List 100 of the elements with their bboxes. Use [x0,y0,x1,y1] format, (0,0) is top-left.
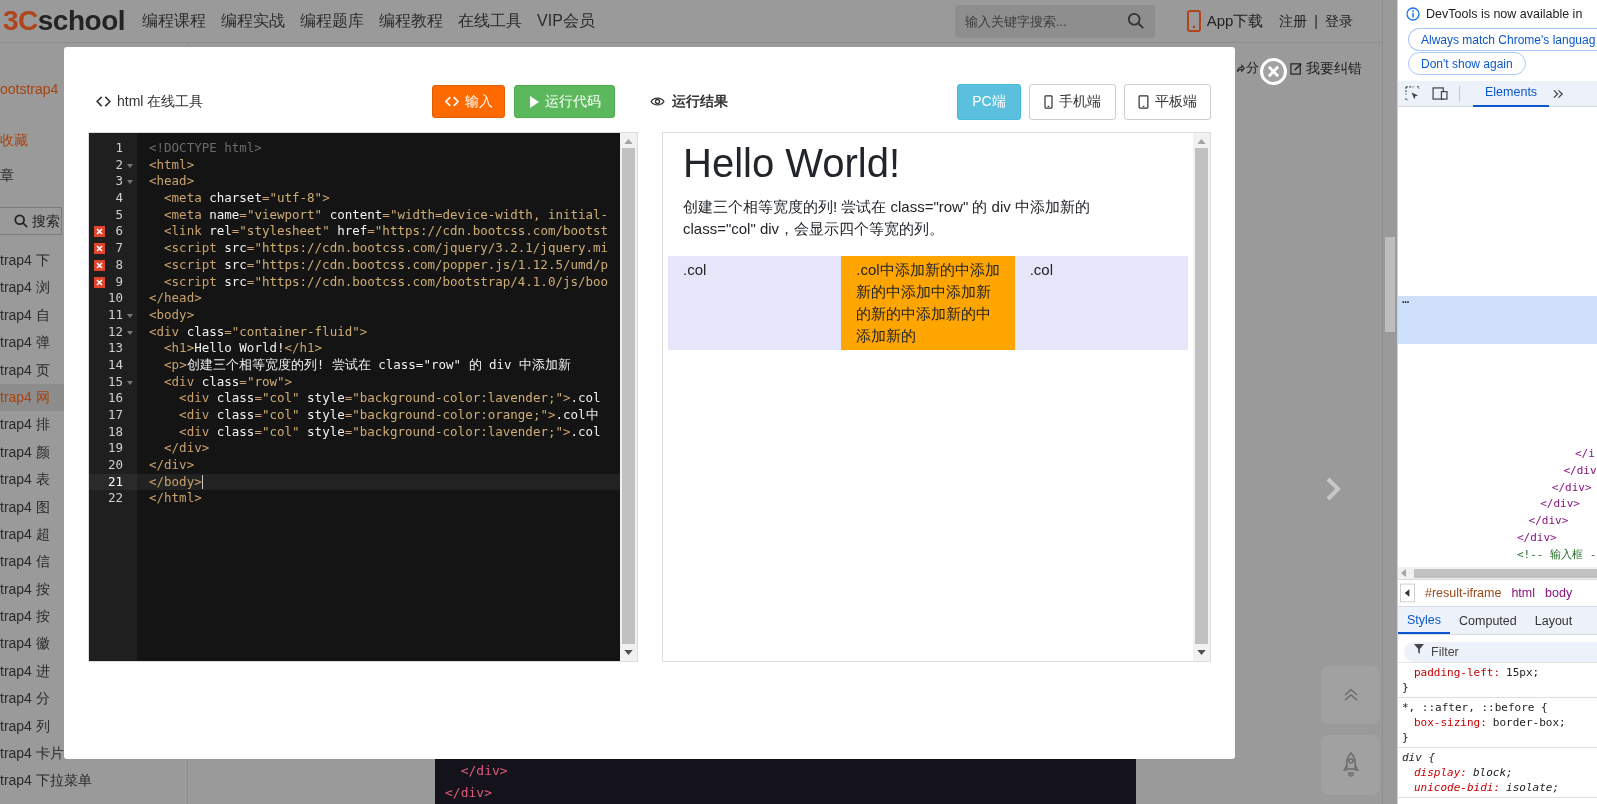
scroll-up-icon[interactable] [1197,139,1206,144]
scrollbar-thumb[interactable] [622,148,635,644]
css-property: display: [1414,765,1467,780]
scroll-up-icon[interactable] [624,139,633,144]
fold-icon[interactable] [127,313,133,318]
scroll-down-icon[interactable] [624,650,633,655]
play-icon [528,95,539,108]
line-number: 15 [107,373,124,391]
code-line: </head> [148,290,202,307]
line-number: 19 [107,440,124,458]
report-error-link[interactable]: 我要纠错 [1290,57,1362,79]
line-number: 8 [114,256,124,274]
scroll-down-icon[interactable] [1197,650,1206,655]
nav-link[interactable]: VIP会员 [537,9,595,33]
line-number: 5 [114,206,124,224]
nav-link[interactable]: 编程教程 [379,9,444,33]
more-tabs-icon[interactable] [1553,88,1565,99]
preview-column: .col [668,256,842,350]
sidebar-item[interactable]: trap4 下拉菜单 [0,767,187,795]
css-value: border-box; [1492,715,1566,730]
code-icon [444,96,459,107]
line-number: 2 [114,156,124,174]
panel-tab[interactable]: Computed [1450,608,1526,634]
chapter-label: 章 [0,166,14,184]
line-number: 1 [114,140,124,157]
selected-row[interactable]: … [1398,296,1597,344]
app-download-link[interactable]: App下载 [1186,9,1264,33]
register-link[interactable]: 注册 [1279,10,1308,32]
code-line: <head> [148,173,195,191]
breadcrumb-link[interactable]: body [1545,583,1573,603]
input-button[interactable]: 输入 [432,85,506,118]
css-selector: div { [1402,750,1436,765]
rocket-icon [1340,751,1361,779]
scrollbar-thumb[interactable] [1385,237,1395,332]
nav-link[interactable]: 编程题库 [300,9,365,33]
preview-paragraph: 创建三个相等宽度的列! 尝试在 class="row" 的 div 中添加新的 class="col" div，会显示四个等宽的列。 [682,197,1091,239]
code-line: <body> [148,306,195,324]
closing-tag: </i [1575,446,1595,463]
share-link[interactable]: 分 [1236,58,1259,78]
fold-icon[interactable] [127,180,133,185]
code-editor[interactable] [88,132,638,662]
code-line: <script src="https://cdn.bootcss.com/jquery/3.2.1/jquery.mi [163,240,609,257]
code-line: <p>创建三个相等宽度的列! 尝试在 class="row" 的 div 中添加新 [163,356,572,374]
scroll-left-icon[interactable] [1400,583,1415,603]
preview-column: .col中添加新的中添加新的中添加中添加新的新的中添加新的中添加新的 [841,256,1015,350]
horizontal-scrollbar[interactable] [1398,567,1597,579]
text-cursor [201,475,203,490]
inspect-icon[interactable] [1405,86,1420,101]
code-line: </html> [148,490,202,508]
search-field[interactable]: 输入关键字搜索... [954,4,1155,38]
phone-icon [1186,10,1201,32]
code-line: <html> [148,156,195,174]
nav-link[interactable]: 在线工具 [458,9,523,33]
scrollbar[interactable] [1382,0,1397,804]
close-button[interactable] [1260,58,1287,85]
line-number: 9 [114,273,124,291]
breadcrumb-link[interactable]: #result-iframe [1425,583,1502,603]
filter-field[interactable]: Filter [1404,641,1597,662]
devtools-tab[interactable]: Elements [1473,80,1550,107]
code-line: <!DOCTYPE html> [148,140,262,157]
device-toolbar-icon[interactable] [1432,87,1449,100]
fold-icon[interactable] [127,380,133,385]
share-icon [1236,62,1245,74]
css-property: box-sizing: [1414,715,1487,730]
panel-tab[interactable]: Layout [1525,608,1582,634]
fold-icon[interactable] [127,330,133,335]
filter-icon [1414,643,1424,654]
css-value: isolate; [1506,780,1560,795]
search-button[interactable]: 搜索 [0,207,62,235]
closing-tag: </div> [1551,479,1592,497]
code-line: <div class="col" style="background-color:lavender;">.col [178,423,601,441]
nav-link[interactable]: 编程实战 [221,9,286,33]
fold-icon[interactable] [127,163,133,168]
code-line: <meta charset="utf-8"> [163,190,330,207]
rocket-button[interactable] [1321,735,1380,795]
edit-icon [1290,61,1303,75]
site-logo[interactable]: 3Cschool [3,7,126,35]
scrollbar[interactable] [620,133,637,661]
closing-tag: </div> [1540,496,1580,514]
info-icon [1406,7,1420,21]
line-number: 18 [107,423,124,441]
device-tab[interactable]: 手机端 [1029,83,1116,120]
line-number: 11 [107,306,124,324]
line-number: 20 [107,457,124,474]
scrollbar[interactable] [1193,133,1210,661]
result-title: 运行结果 [650,91,729,112]
search-icon[interactable] [1126,11,1145,30]
panel-tab[interactable]: Styles [1398,608,1451,634]
line-number: 12 [107,323,124,341]
nav-link[interactable]: 编程课程 [142,9,207,33]
scrollbar-thumb[interactable] [1414,568,1597,578]
breadcrumb-link[interactable]: html [1511,583,1536,603]
login-link[interactable]: 登录 [1325,10,1353,32]
scrollbar-thumb[interactable] [1195,148,1208,644]
code-line: <meta name="viewport" content="width=device-width, initial- [163,206,609,224]
device-tab[interactable]: 平板端 [1124,83,1211,120]
line-number: 13 [107,340,124,357]
code-line: <script src="https://cdn.bootcss.com/bootstrap/4.1.0/js/boo [163,273,609,291]
tablet-icon [1138,94,1149,109]
tool-title: html 在线工具 [96,91,204,112]
